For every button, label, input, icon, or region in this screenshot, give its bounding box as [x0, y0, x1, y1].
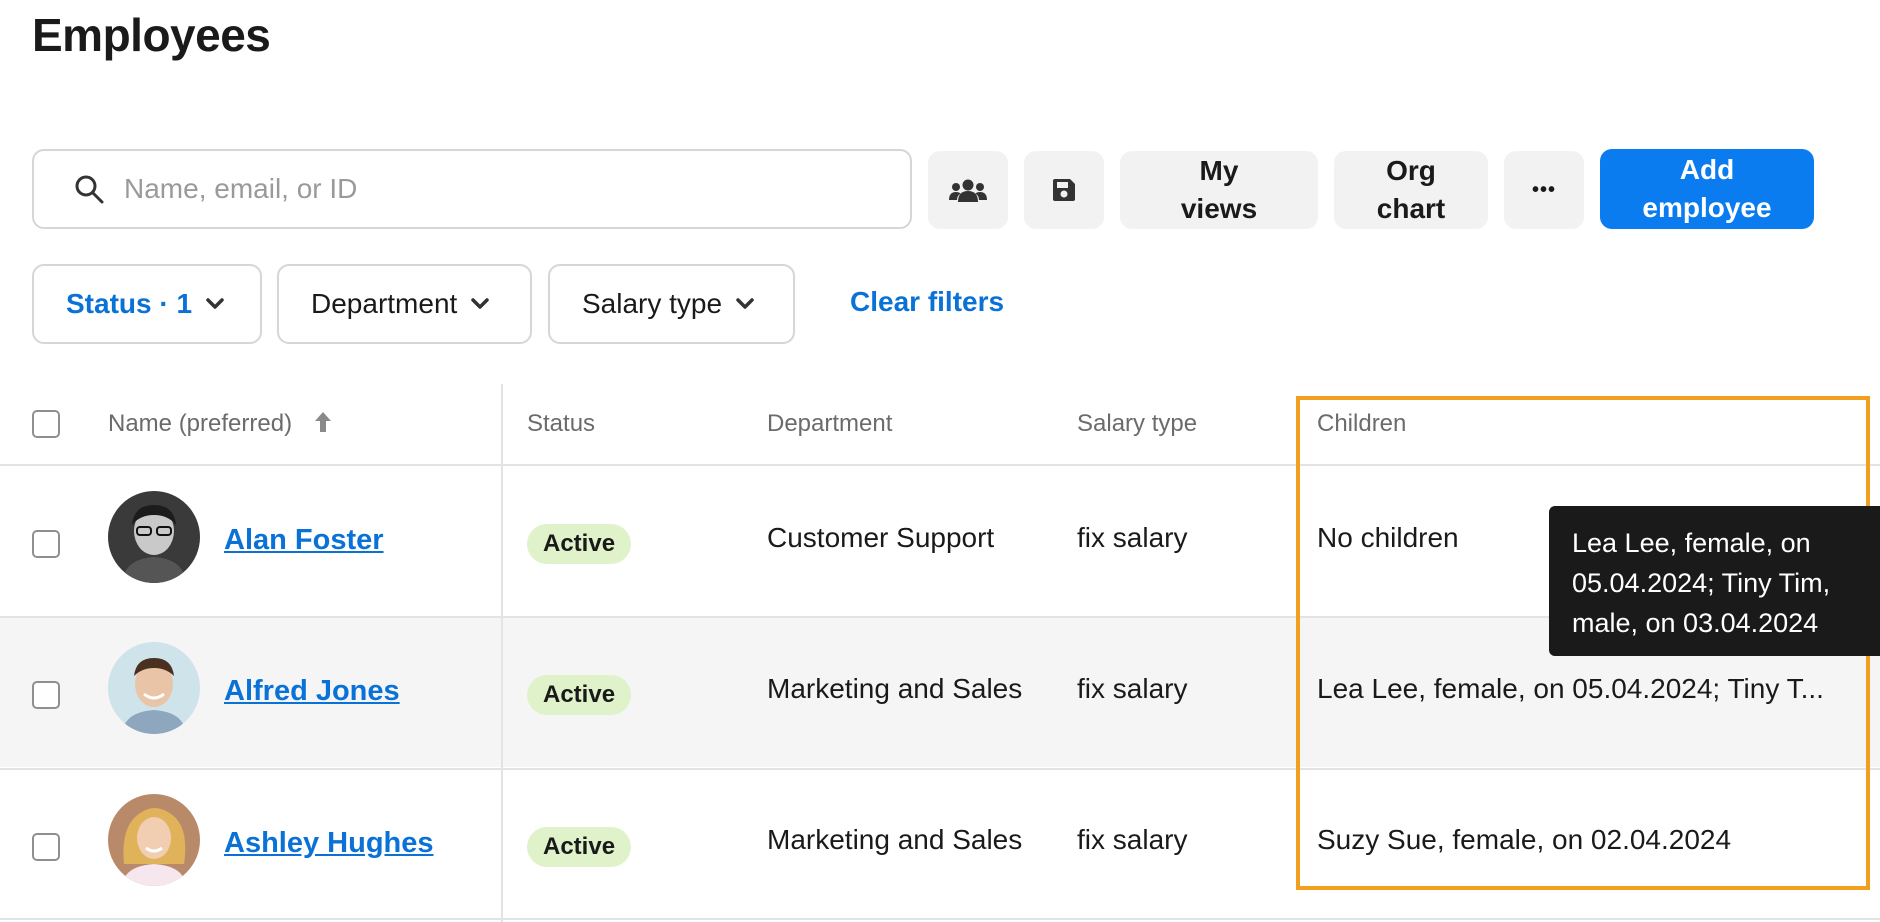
my-views-button[interactable]: My views [1120, 151, 1318, 229]
salary-type-cell: fix salary [1077, 673, 1188, 704]
floppy-disk-icon [1053, 179, 1075, 201]
chevron-down-icon [736, 298, 754, 309]
add-employee-label-line2: employee [1642, 192, 1772, 223]
org-chart-label-line1: Org [1386, 155, 1436, 186]
search-input[interactable] [124, 173, 844, 205]
org-chart-button[interactable]: Org chart [1334, 151, 1488, 229]
children-cell: No children [1317, 522, 1459, 553]
clear-filters-link[interactable]: Clear filters [850, 286, 1004, 318]
salary-type-filter-label: Salary type [582, 288, 723, 319]
chevron-down-icon [206, 298, 224, 309]
status-badge: Active [527, 827, 632, 867]
users-icon [949, 179, 987, 202]
add-employee-label-line1: Add [1679, 154, 1735, 185]
add-employee-button[interactable]: Add employee [1600, 149, 1814, 229]
search-box[interactable] [32, 149, 912, 229]
save-view-button[interactable] [1024, 151, 1104, 229]
column-header-department[interactable]: Department [767, 410, 892, 438]
page-title: Employees [32, 9, 271, 61]
column-header-status[interactable]: Status [527, 410, 595, 438]
row-checkbox[interactable] [32, 833, 60, 861]
org-chart-label-line2: chart [1376, 193, 1446, 224]
children-cell: Suzy Sue, female, on 02.04.2024 [1317, 824, 1732, 855]
groups-button[interactable] [928, 151, 1008, 229]
employee-name-link[interactable]: Ashley Hughes [224, 827, 434, 860]
department-cell: Marketing and Sales [767, 824, 1023, 855]
row-checkbox[interactable] [32, 681, 60, 709]
chevron-down-icon [471, 298, 490, 309]
children-cell: Lea Lee, female, on 05.04.2024; Tiny T..… [1317, 673, 1824, 704]
column-header-salary-type[interactable]: Salary type [1077, 410, 1197, 438]
column-divider [501, 384, 503, 922]
select-all-checkbox[interactable] [32, 410, 60, 438]
row-divider [0, 918, 1880, 920]
tooltip-line: Lea Lee, female, on [1572, 528, 1811, 558]
children-tooltip: Lea Lee, female, on 05.04.2024; Tiny Tim… [1549, 506, 1880, 656]
employee-name-link[interactable]: Alfred Jones [224, 675, 400, 708]
more-options-button[interactable]: ••• [1504, 151, 1584, 229]
row-checkbox[interactable] [32, 530, 60, 558]
avatar [108, 642, 200, 734]
my-views-label-line2: views [1180, 193, 1258, 224]
search-icon [75, 175, 104, 204]
row-divider [0, 768, 1880, 770]
arrow-up-icon [314, 412, 331, 432]
tooltip-line: 05.04.2024; Tiny Tim, [1572, 568, 1831, 598]
tooltip-line: male, on 03.04.2024 [1572, 608, 1819, 638]
header-divider [0, 464, 1880, 466]
department-filter-dropdown[interactable]: Department [277, 264, 532, 344]
salary-type-cell: fix salary [1077, 824, 1188, 855]
status-badge: Active [527, 675, 632, 715]
department-cell: Customer Support [767, 522, 995, 553]
column-header-name[interactable]: Name (preferred) [108, 410, 333, 438]
avatar [108, 491, 200, 583]
department-filter-label: Department [311, 288, 458, 319]
status-filter-dropdown[interactable]: Status · 1 [32, 264, 262, 344]
column-header-children[interactable]: Children [1317, 410, 1406, 438]
ellipsis-icon: ••• [1531, 179, 1556, 201]
my-views-label-line1: My [1199, 155, 1239, 186]
employee-name-link[interactable]: Alan Foster [224, 524, 384, 557]
salary-type-cell: fix salary [1077, 522, 1188, 553]
status-badge: Active [527, 524, 632, 564]
department-cell: Marketing and Sales [767, 673, 1023, 704]
avatar [108, 794, 200, 886]
status-filter-label: Status · 1 [66, 288, 193, 319]
salary-type-filter-dropdown[interactable]: Salary type [548, 264, 795, 344]
